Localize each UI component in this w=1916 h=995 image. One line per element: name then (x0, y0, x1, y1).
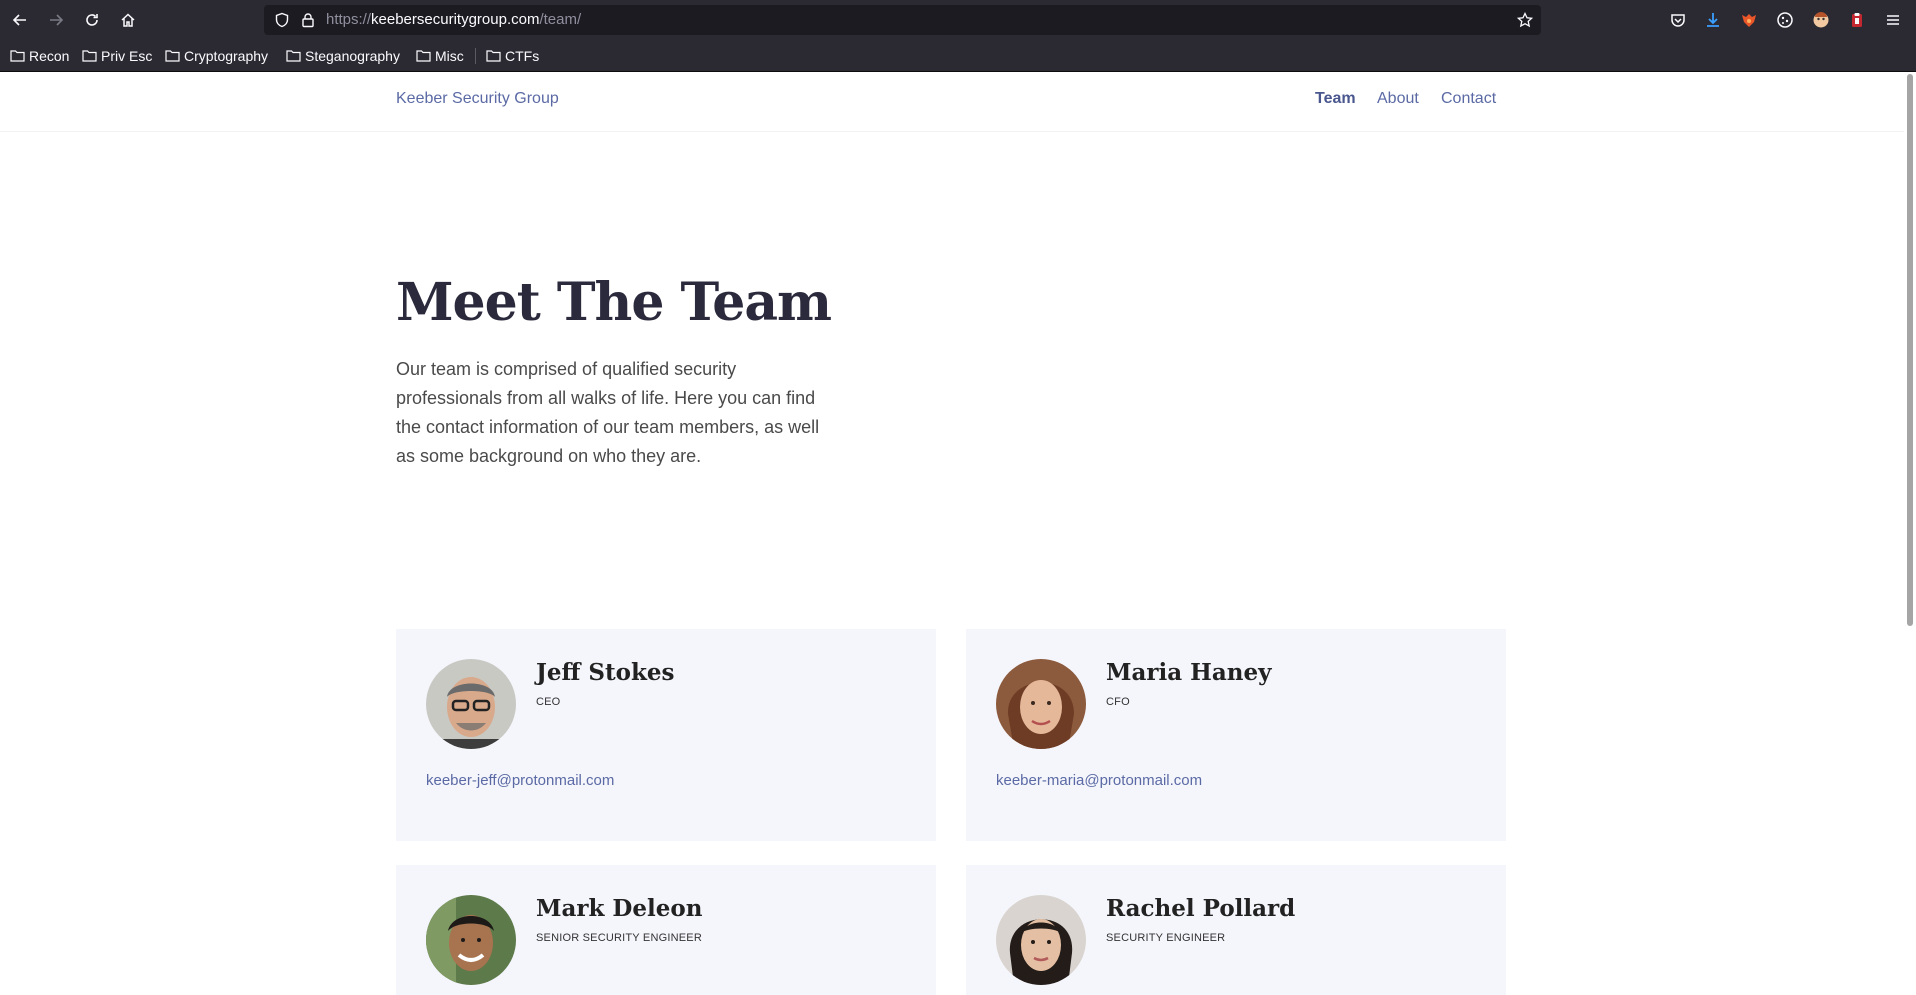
bookmark-label: Priv Esc (101, 48, 153, 64)
folder-icon (486, 50, 501, 62)
back-button[interactable] (8, 8, 32, 32)
member-email-link[interactable]: keeber-jeff@protonmail.com (426, 772, 614, 789)
team-card: Rachel Pollard SECURITY ENGINEER (966, 865, 1506, 995)
back-arrow-icon (12, 14, 26, 26)
bookmark-folder-ctfs[interactable]: CTFs (486, 46, 539, 66)
bookmark-label: Cryptography (184, 48, 269, 64)
profile-photo-icon (996, 659, 1086, 749)
member-email-link[interactable]: keeber-maria@protonmail.com (996, 772, 1202, 789)
member-role: CEO (536, 696, 561, 708)
profile-photo-icon (996, 895, 1086, 985)
team-card: Maria Haney CFO keeber-maria@protonmail.… (966, 629, 1506, 841)
avatar (426, 895, 516, 985)
member-name: Jeff Stokes (536, 659, 675, 686)
bookmark-label: Steganography (305, 48, 400, 64)
downloads-icon[interactable] (1704, 11, 1722, 29)
bookmarks-separator (475, 48, 476, 64)
team-card: Jeff Stokes CEO keeber-jeff@protonmail.c… (396, 629, 936, 841)
app-menu-button[interactable] (1884, 11, 1902, 29)
hero-description: Our team is comprised of qualified secur… (396, 359, 820, 466)
bookmarks-toolbar: Recon Priv Esc Cryptography Steganograph… (0, 40, 1916, 72)
nav-link-contact[interactable]: Contact (1441, 90, 1496, 108)
member-name: Rachel Pollard (1106, 895, 1296, 922)
hamburger-menu-icon (1887, 15, 1899, 25)
browser-toolbar: https://keebersecuritygroup.com/team/ (0, 0, 1916, 40)
folder-icon (10, 50, 25, 62)
bookmark-folder-priv-esc[interactable]: Priv Esc (82, 46, 152, 66)
site-brand-link[interactable]: Keeber Security Group (396, 90, 559, 108)
forward-arrow-icon (50, 14, 64, 26)
member-name: Maria Haney (1106, 659, 1272, 686)
bookmark-label: Recon (29, 48, 70, 64)
profile-photo-icon (426, 895, 516, 985)
bookmark-folder-steganography[interactable]: Steganography (286, 46, 400, 66)
avatar (996, 895, 1086, 985)
reload-icon (86, 14, 98, 26)
profile-photo-icon (426, 659, 516, 749)
page-scrollbar[interactable] (1904, 72, 1916, 995)
avatar (996, 659, 1086, 749)
bookmark-folder-recon[interactable]: Recon (10, 46, 69, 66)
page-title: Meet The Team (396, 272, 832, 333)
cookie-extension-icon[interactable] (1776, 11, 1794, 29)
url-text: https://keebersecuritygroup.com/team/ (326, 11, 582, 28)
bookmark-label: CTFs (505, 48, 540, 64)
foxyproxy-extension-icon[interactable] (1740, 11, 1758, 29)
bookmark-label: Misc (435, 48, 464, 64)
team-card: Mark Deleon SENIOR SECURITY ENGINEER (396, 865, 936, 995)
bookmark-star-icon[interactable] (1517, 12, 1533, 28)
pocket-icon[interactable] (1669, 11, 1687, 29)
folder-icon (416, 50, 431, 62)
bookmark-folder-cryptography[interactable]: Cryptography (165, 46, 268, 66)
address-bar[interactable]: https://keebersecuritygroup.com/team/ (264, 5, 1541, 35)
nav-link-team[interactable]: Team (1315, 90, 1356, 108)
folder-icon (165, 50, 180, 62)
folder-icon (82, 50, 97, 62)
member-name: Mark Deleon (536, 895, 703, 922)
bookmark-folder-misc[interactable]: Misc (416, 46, 464, 66)
folder-icon (286, 50, 301, 62)
member-role: SECURITY ENGINEER (1106, 932, 1226, 944)
lock-icon[interactable] (300, 12, 316, 28)
nav-link-about[interactable]: About (1377, 90, 1419, 108)
reload-button[interactable] (80, 8, 104, 32)
home-icon (121, 13, 135, 27)
clipboard-extension-icon[interactable] (1848, 11, 1866, 29)
member-role: CFO (1106, 696, 1130, 708)
scrollbar-thumb[interactable] (1907, 74, 1913, 626)
home-button[interactable] (116, 8, 140, 32)
member-role: SENIOR SECURITY ENGINEER (536, 932, 702, 944)
forward-button[interactable] (44, 8, 68, 32)
avatar (426, 659, 516, 749)
tracking-protection-shield-icon[interactable] (274, 12, 290, 28)
profile-extension-icon[interactable] (1812, 11, 1830, 29)
page-viewport: Keeber Security Group Team About Contact… (0, 72, 1916, 995)
site-header: Keeber Security Group Team About Contact (0, 72, 1904, 132)
